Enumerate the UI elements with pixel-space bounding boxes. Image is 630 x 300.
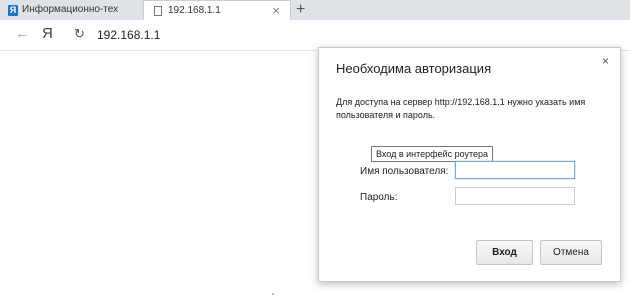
password-label: Пароль: xyxy=(360,192,398,203)
reload-icon[interactable]: ↻ xyxy=(74,26,85,42)
dialog-title: Необходима авторизация xyxy=(336,61,492,76)
close-icon[interactable]: × xyxy=(602,54,609,68)
tab-fade xyxy=(116,0,140,20)
yandex-icon: Я xyxy=(8,4,18,16)
password-field[interactable] xyxy=(455,187,575,205)
username-field[interactable] xyxy=(455,161,575,179)
tab-info[interactable]: Я Информационно-тех xyxy=(0,0,140,20)
auth-dialog: × Необходима авторизация Для доступа на … xyxy=(318,47,621,282)
tooltip: Вход в интерфейс роутера xyxy=(371,146,494,162)
cancel-button[interactable]: Отмена xyxy=(540,240,602,265)
back-arrow-icon[interactable]: ← xyxy=(15,25,30,43)
tab-strip: Я Информационно-тех 192.168.1.1 × + xyxy=(0,0,630,20)
new-tab-button[interactable]: + xyxy=(296,0,305,19)
page-icon xyxy=(154,6,162,16)
login-button[interactable]: Вход xyxy=(476,240,533,265)
page-dot xyxy=(272,293,274,295)
tab-title: 192.168.1.1 xyxy=(168,5,221,16)
tab-title: Информационно-тех xyxy=(22,4,119,15)
browser-menu-button[interactable]: Я xyxy=(42,24,53,44)
tab-close-icon[interactable]: × xyxy=(272,1,280,20)
address-bar[interactable] xyxy=(97,25,497,45)
username-label: Имя пользователя: xyxy=(360,166,449,177)
dialog-description: Для доступа на сервер http://192.168.1.1… xyxy=(336,97,586,120)
tab-router[interactable]: 192.168.1.1 × xyxy=(143,0,291,20)
